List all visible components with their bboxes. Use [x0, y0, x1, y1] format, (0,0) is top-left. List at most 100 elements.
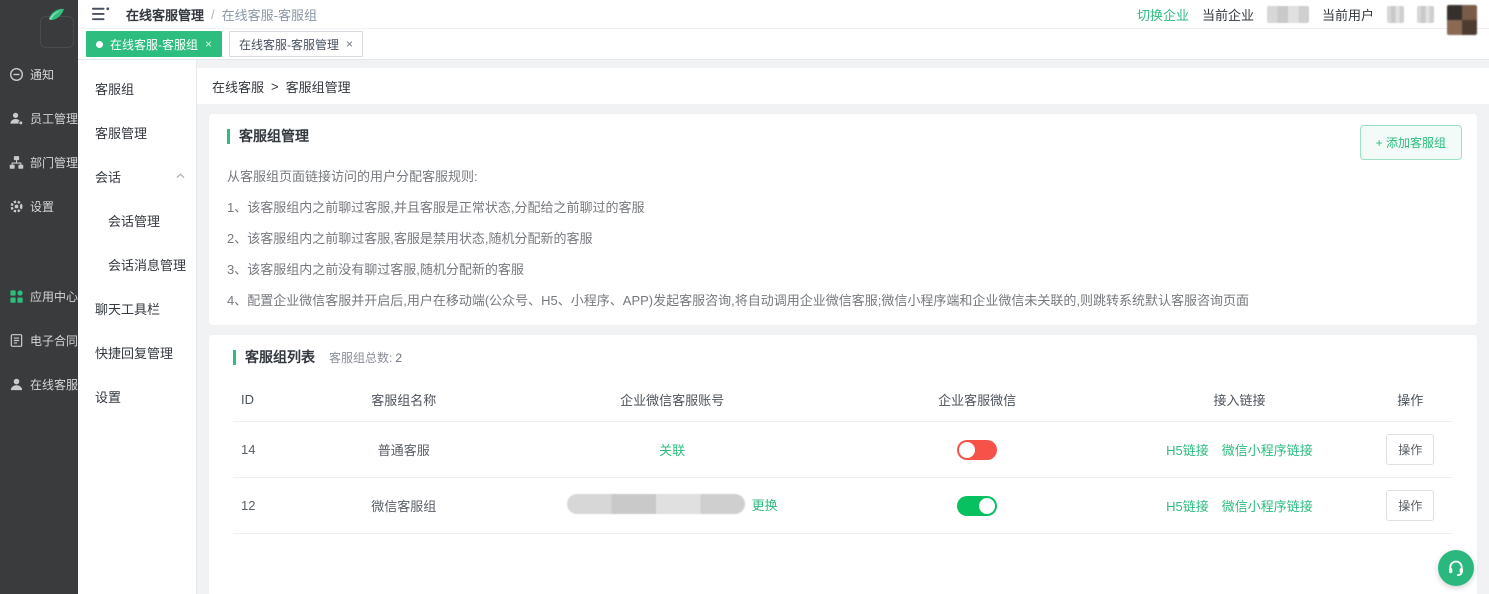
customer-service-fab[interactable] [1438, 550, 1474, 586]
service-group-table: ID 客服组名称 企业微信客服账号 企业客服微信 接入链接 操作 14 普通客服… [233, 378, 1453, 534]
table-header-row: ID 客服组名称 企业微信客服账号 企业客服微信 接入链接 操作 [233, 378, 1453, 422]
cell-group-name: 微信客服组 [306, 496, 501, 515]
col-header-wecom-toggle: 企业客服微信 [843, 390, 1111, 409]
breadcrumb-current: 在线客服-客服组 [222, 5, 317, 24]
sidebar-item-chat-toolbar[interactable]: 聊天工具栏 [78, 286, 196, 330]
primary-sidebar: 通知 员工管理 部门管理 设置 [0, 0, 78, 594]
switch-company-link[interactable]: 切换企业 [1137, 5, 1189, 24]
app-window: 通知 员工管理 部门管理 设置 [0, 0, 1489, 594]
rule-item: 3、该客服组内之前没有聊过客服,随机分配新的客服 [227, 259, 1459, 278]
sidebar-item-settings[interactable]: 设置 [78, 374, 196, 418]
tab-online-service-manage[interactable]: 在线客服-客服管理 × [229, 31, 363, 57]
open-tabs-bar: 在线客服-客服组 × 在线客服-客服管理 × [78, 29, 1489, 60]
app-logo-icon [46, 6, 66, 26]
page-breadcrumb-separator: > [271, 79, 279, 94]
employee-icon [9, 111, 24, 126]
card-title: 客服组列表 [233, 350, 315, 365]
current-user-label: 当前用户 [1322, 5, 1374, 24]
rule-item: 1、该客服组内之前聊过客服,并且客服是正常状态,分配给之前聊过的客服 [227, 197, 1459, 216]
toggle-knob [979, 498, 995, 514]
menu-label: 快捷回复管理 [95, 343, 173, 362]
sidebar-item-session-message-manage[interactable]: 会话消息管理 [78, 242, 196, 286]
menu-label: 聊天工具栏 [95, 299, 160, 318]
cell-id: 14 [233, 442, 306, 457]
close-tab-icon[interactable]: × [205, 38, 212, 50]
breadcrumb-separator: / [211, 7, 215, 22]
apps-icon [9, 289, 24, 304]
col-header-access-links: 接入链接 [1111, 390, 1367, 409]
col-header-actions: 操作 [1368, 390, 1453, 409]
group-count: 客服组总数:2 [329, 349, 402, 366]
h5-link[interactable]: H5链接 [1166, 443, 1209, 458]
logo-area[interactable] [0, 0, 78, 52]
tab-online-service-group[interactable]: 在线客服-客服组 × [86, 31, 222, 57]
sidebar-item-label: 员工管理 [30, 110, 78, 127]
sidebar-item-session[interactable]: 会话 [78, 154, 196, 198]
cell-id: 12 [233, 498, 306, 513]
breadcrumb-root[interactable]: 在线客服管理 [126, 5, 204, 24]
card-title: 客服组管理 [227, 129, 309, 144]
collapse-menu-icon[interactable] [92, 7, 110, 21]
toggle-knob [959, 442, 975, 458]
wecom-service-toggle[interactable] [957, 496, 997, 516]
cell-group-name: 普通客服 [306, 440, 501, 459]
row-action-button[interactable]: 操作 [1386, 490, 1434, 521]
sidebar-item-session-manage[interactable]: 会话管理 [78, 198, 196, 242]
sidebar-item-settings[interactable]: 设置 [0, 184, 78, 228]
sidebar-item-e-contract[interactable]: 电子合同 [0, 318, 78, 362]
sidebar-item-service-manage[interactable]: 客服管理 [78, 110, 196, 154]
menu-label: 会话 [95, 167, 121, 186]
sidebar-item-app-center[interactable]: 应用中心 [0, 274, 78, 318]
mini-program-link[interactable]: 微信小程序链接 [1222, 499, 1313, 514]
current-user-redacted [1387, 6, 1404, 23]
service-group-list-card: 客服组列表 客服组总数:2 ID 客服组名称 企业微信客服账号 企业客服微信 接… [209, 335, 1477, 594]
top-bar-right: 切换企业 当前企业 当前用户 [1137, 0, 1477, 29]
sidebar-item-quick-reply-manage[interactable]: 快捷回复管理 [78, 330, 196, 374]
top-bar: 在线客服管理 / 在线客服-客服组 切换企业 当前企业 当前用户 [78, 0, 1489, 29]
associate-link[interactable]: 关联 [659, 443, 685, 458]
notification-icon [9, 67, 24, 82]
sidebar-item-service-group[interactable]: 客服组 [78, 66, 196, 110]
tab-label: 在线客服-客服管理 [239, 36, 339, 53]
current-company-label: 当前企业 [1202, 5, 1254, 24]
col-header-wecom-account: 企业微信客服账号 [501, 390, 843, 409]
row-action-button[interactable]: 操作 [1386, 434, 1434, 465]
table-row: 14 普通客服 关联 H5链接微信小程序链接 操作 [233, 422, 1453, 478]
tab-label: 在线客服-客服组 [110, 36, 198, 53]
rule-item: 4、配置企业微信客服并开启后,用户在移动端(公众号、H5、小程序、APP)发起客… [227, 290, 1459, 309]
service-person-icon [9, 377, 24, 392]
breadcrumb: 在线客服管理 / 在线客服-客服组 [126, 5, 317, 24]
sidebar-item-label: 部门管理 [30, 154, 78, 171]
menu-label: 设置 [95, 387, 121, 406]
contract-icon [9, 333, 24, 348]
h5-link[interactable]: H5链接 [1166, 499, 1209, 514]
current-user-redacted [1417, 6, 1434, 23]
current-company-redacted [1267, 6, 1309, 23]
menu-label: 客服组 [95, 79, 134, 98]
sidebar-item-employees[interactable]: 员工管理 [0, 96, 78, 140]
page-breadcrumb-root: 在线客服 [212, 77, 264, 96]
change-link[interactable]: 更换 [752, 495, 778, 514]
sidebar-item-departments[interactable]: 部门管理 [0, 140, 78, 184]
headset-icon [1446, 558, 1466, 578]
department-icon [9, 155, 24, 170]
sidebar-item-label: 在线客服 [30, 376, 78, 393]
user-avatar[interactable] [1447, 5, 1477, 35]
menu-label: 会话消息管理 [108, 255, 186, 274]
sidebar-item-notifications[interactable]: 通知 [0, 52, 78, 96]
menu-label: 客服管理 [95, 123, 147, 142]
service-group-manage-card: 客服组管理 + 添加客服组 从客服组页面链接访问的用户分配客服规则: 1、该客服… [209, 114, 1477, 325]
primary-nav: 通知 员工管理 部门管理 设置 [0, 52, 78, 406]
wecom-service-toggle[interactable] [957, 440, 997, 460]
add-service-group-button[interactable]: + 添加客服组 [1360, 125, 1462, 160]
sidebar-item-label: 通知 [30, 66, 54, 83]
close-tab-icon[interactable]: × [346, 38, 353, 50]
rule-item: 2、该客服组内之前聊过客服,客服是禁用状态,随机分配新的客服 [227, 228, 1459, 247]
rules-intro: 从客服组页面链接访问的用户分配客服规则: [227, 166, 1459, 185]
sidebar-item-label: 设置 [30, 198, 54, 215]
sidebar-item-label: 电子合同 [30, 332, 78, 349]
settings-icon [9, 199, 24, 214]
sidebar-item-online-service[interactable]: 在线客服 [0, 362, 78, 406]
chevron-up-icon [176, 173, 185, 179]
mini-program-link[interactable]: 微信小程序链接 [1222, 443, 1313, 458]
